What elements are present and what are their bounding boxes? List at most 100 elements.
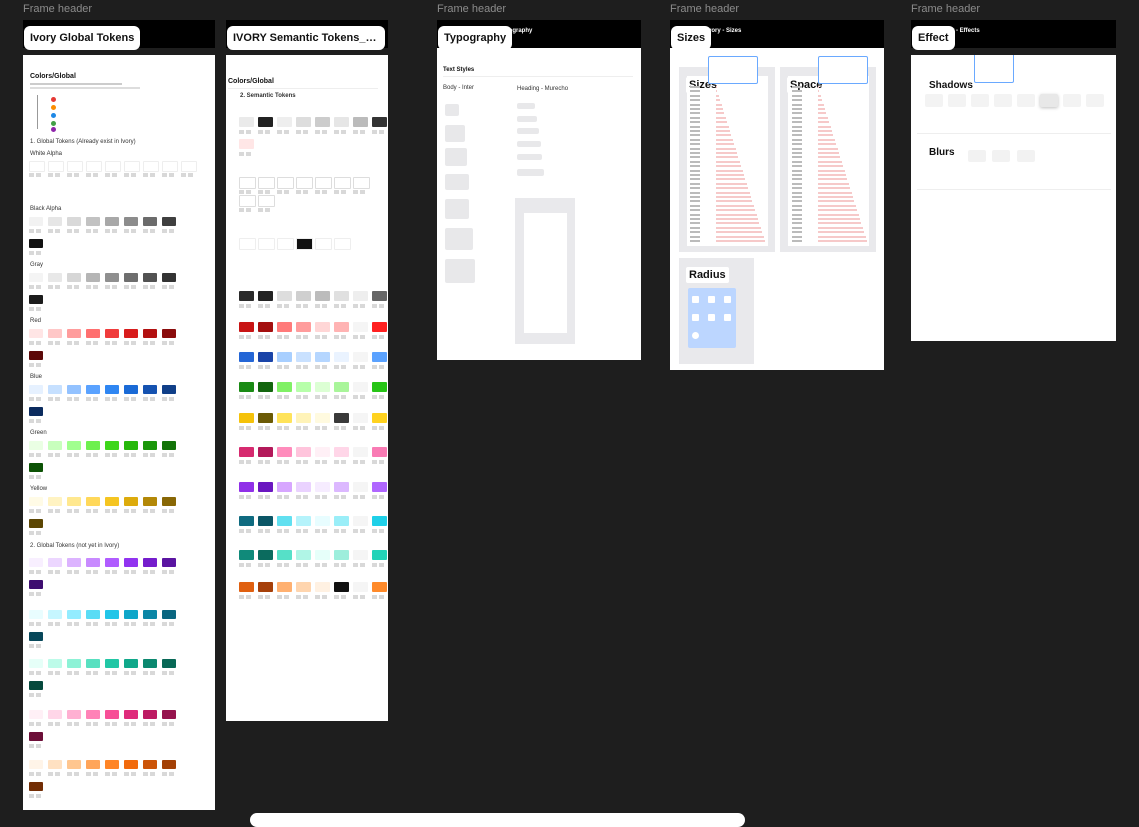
- swatch-label: [67, 671, 81, 675]
- swatch-label: [29, 285, 43, 289]
- swatch-label: [162, 397, 176, 401]
- size-row-label: [690, 160, 700, 163]
- swatch-label: [258, 395, 272, 399]
- annotation-callout: [974, 55, 1014, 83]
- shadow-sample: [948, 94, 966, 107]
- color-swatch: [372, 352, 387, 362]
- frame-label-sizes[interactable]: Sizes: [671, 26, 712, 50]
- frame-sizes[interactable]: Sizes Space Radius: [670, 48, 884, 370]
- swatch-label: [239, 460, 253, 464]
- text-style-sample: [445, 148, 467, 166]
- swatch-label: [143, 397, 157, 401]
- swatch-label: [29, 173, 43, 177]
- size-row-label: [792, 165, 802, 168]
- swatch-label: [162, 341, 176, 345]
- color-swatch: [239, 382, 254, 392]
- color-swatch: [315, 322, 330, 332]
- legend-dot: [51, 113, 56, 118]
- frame-label-typography[interactable]: Typography: [438, 26, 513, 50]
- color-swatch: [124, 161, 140, 172]
- frame-typography[interactable]: Text Styles Body - Inter Heading - Murec…: [437, 48, 641, 360]
- swatch-label: [143, 671, 157, 675]
- size-row-label: [792, 204, 802, 207]
- swatch-label: [86, 622, 100, 626]
- annotation-callout: [708, 56, 758, 84]
- bottom-toolbar[interactable]: [250, 813, 745, 827]
- color-swatch: [29, 329, 43, 338]
- swatch-label: [29, 671, 43, 675]
- size-bar: [716, 103, 722, 106]
- color-swatch: [86, 441, 100, 450]
- swatch-label: [162, 509, 176, 513]
- size-row-label: [690, 231, 700, 234]
- frame-label-global[interactable]: Ivory Global Tokens: [24, 26, 141, 50]
- swatch-label: [353, 529, 367, 533]
- size-row-label: [792, 103, 802, 106]
- size-bar: [818, 90, 819, 93]
- swatch-label: [296, 426, 310, 430]
- color-swatch: [29, 161, 45, 172]
- color-swatch: [315, 582, 330, 592]
- size-bar: [716, 138, 733, 141]
- color-swatch: [372, 447, 387, 457]
- size-row-label: [690, 240, 700, 242]
- swatch-label: [29, 397, 43, 401]
- group-label: White Alpha: [30, 151, 63, 157]
- heading-style-sample: [517, 169, 544, 176]
- swatch-label: [315, 395, 329, 399]
- size-bar: [716, 156, 738, 159]
- size-row-label: [690, 94, 700, 97]
- color-swatch: [334, 382, 349, 392]
- frame-ivory-global-tokens[interactable]: Colors/Global 1. Global Tokens (Already …: [23, 55, 215, 810]
- size-row-label: [792, 134, 802, 137]
- swatch-label: [86, 772, 100, 776]
- color-swatch: [143, 441, 157, 450]
- frame-label-effect[interactable]: Effect: [912, 26, 955, 50]
- frame-ivory-semantic-tokens[interactable]: Colors/Global 2. Semantic Tokens: [226, 55, 388, 721]
- color-swatch: [296, 582, 311, 592]
- color-swatch: [29, 760, 43, 769]
- swatch-label: [48, 722, 62, 726]
- color-swatch: [105, 329, 119, 338]
- color-swatch: [296, 413, 311, 423]
- color-swatch: [29, 610, 43, 619]
- size-row-label: [690, 213, 700, 216]
- swatch-label: [181, 173, 195, 177]
- frame-effect[interactable]: Shadows Blurs: [911, 55, 1116, 341]
- swatch-label: [67, 622, 81, 626]
- size-row-label: [690, 134, 700, 137]
- size-row-label: [690, 108, 700, 110]
- swatch-label: [315, 460, 329, 464]
- swatch-label: [29, 509, 43, 513]
- size-row-label: [690, 204, 700, 207]
- color-swatch: [67, 497, 81, 506]
- divider: [917, 133, 1111, 134]
- swatch-label: [124, 509, 138, 513]
- color-swatch: [29, 558, 43, 567]
- radius-sample: [724, 314, 731, 321]
- swatch-label: [29, 363, 43, 367]
- color-swatch: [48, 273, 62, 282]
- size-bar: [716, 147, 736, 150]
- heading-style-sample: [517, 116, 537, 122]
- color-swatch: [48, 610, 62, 619]
- swatch-label: [48, 341, 62, 345]
- frame-label-semantic[interactable]: IVORY Semantic Tokens_li...: [227, 26, 385, 50]
- size-bar: [818, 169, 845, 172]
- color-swatch: [239, 582, 254, 592]
- size-bar: [818, 174, 846, 176]
- color-swatch: [277, 322, 292, 332]
- swatch-label: [67, 772, 81, 776]
- color-swatch: [315, 447, 330, 457]
- size-row-label: [690, 116, 700, 119]
- size-row-label: [792, 209, 802, 212]
- color-swatch: [105, 497, 119, 506]
- color-swatch: [48, 385, 62, 394]
- radius-sample: [692, 332, 699, 339]
- header-title: vory - Sizes: [708, 28, 742, 34]
- color-swatch: [48, 217, 62, 226]
- swatch-label: [315, 595, 329, 599]
- swatch-label: [29, 744, 43, 748]
- swatch-label: [315, 495, 329, 499]
- size-bar: [716, 196, 751, 198]
